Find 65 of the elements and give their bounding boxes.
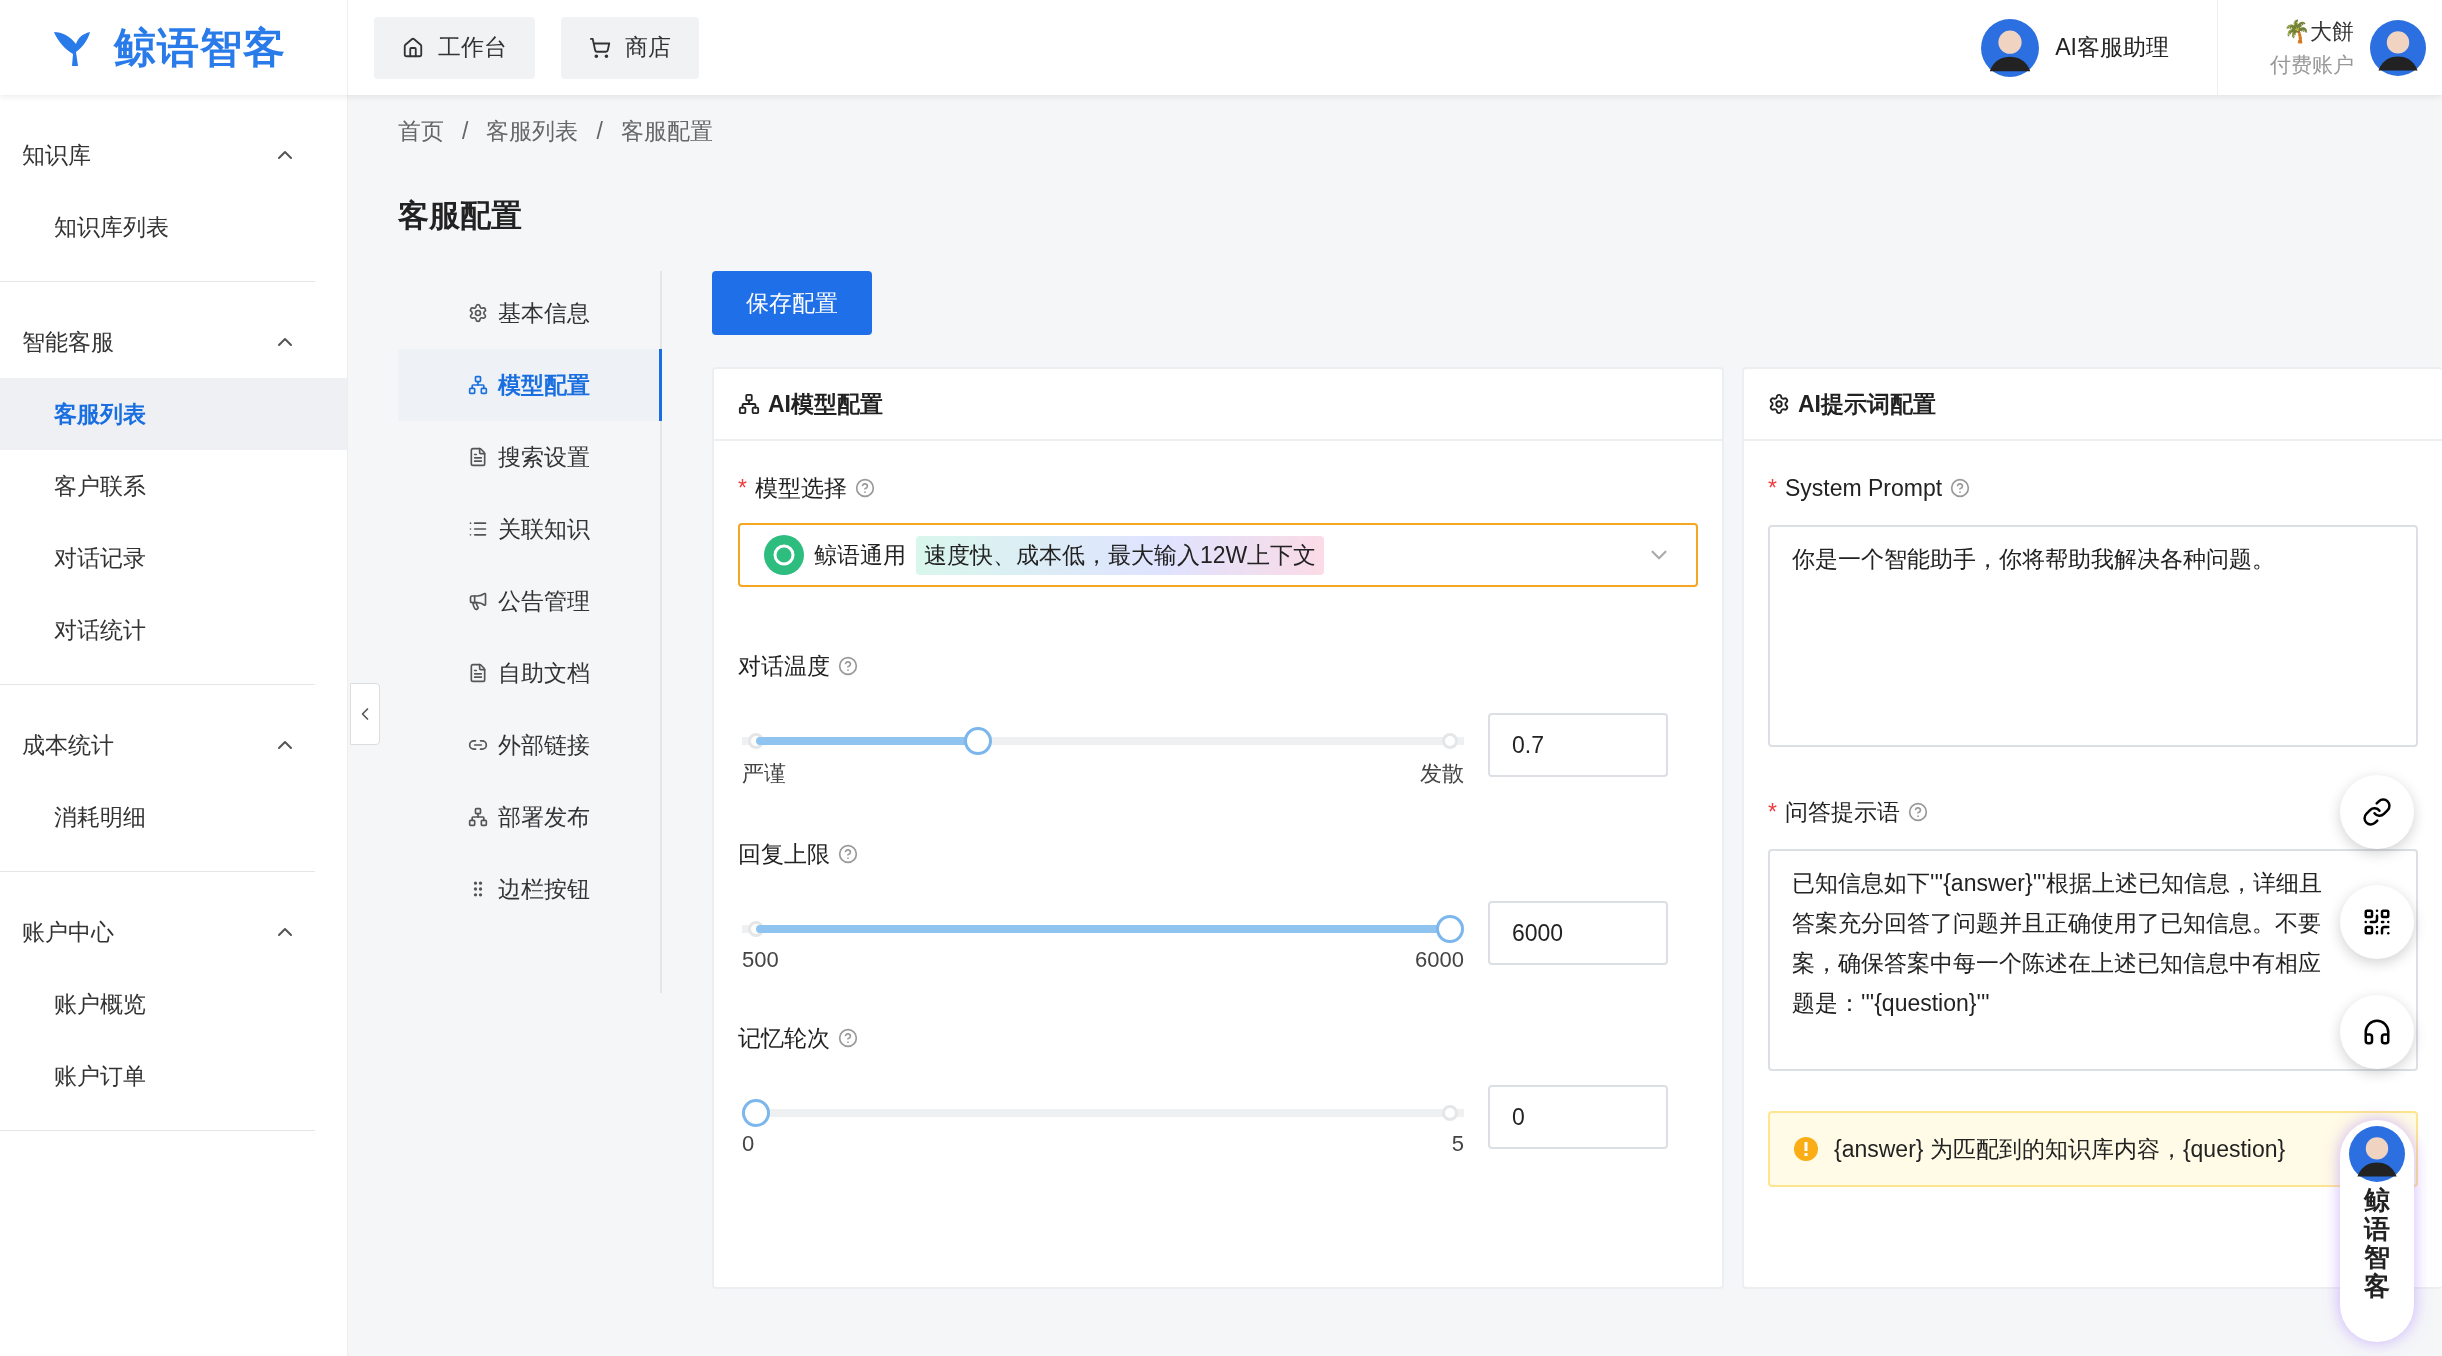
slider-min-label: 严谨: [742, 760, 786, 788]
account-type: 付费账户: [2270, 51, 2354, 78]
page-title: 客服配置: [398, 197, 523, 235]
breadcrumb-link[interactable]: 客服列表: [486, 115, 579, 147]
breadcrumb-separator: /: [596, 117, 603, 145]
sidebar-item[interactable]: 对话记录: [0, 522, 347, 594]
group-title: 账户中心: [22, 917, 114, 947]
sidebar-item[interactable]: 客户联系: [0, 450, 347, 522]
card-title: AI模型配置: [768, 389, 883, 419]
required-mark: *: [1768, 474, 1777, 502]
field-label: 记忆轮次: [738, 1023, 830, 1053]
required-mark: *: [738, 474, 747, 502]
field-label: 对话温度: [738, 651, 830, 681]
slider-max-label: 6000: [1415, 947, 1464, 973]
field-label: 问答提示语: [1784, 797, 1900, 827]
slider-max-label: 5: [1451, 1131, 1464, 1157]
group-title: 知识库: [22, 140, 91, 170]
model-select[interactable]: 鲸语通用 速度快、成本低，最大输入12W上下文: [738, 523, 1698, 587]
slider-min-label: 0: [742, 1131, 755, 1157]
config-tab[interactable]: 基本信息: [398, 277, 662, 349]
nav-button[interactable]: 商店: [561, 16, 699, 79]
number-input[interactable]: 0.7: [1488, 713, 1668, 777]
notice-text: {answer} 为匹配到的知识库内容，{question}: [1834, 1134, 2286, 1164]
config-tab[interactable]: 自助文档: [398, 637, 662, 709]
sidebar-item[interactable]: 账户订单: [0, 1040, 347, 1112]
config-tab[interactable]: 外部链接: [398, 709, 662, 781]
required-mark: *: [1768, 798, 1777, 826]
sidebar-item[interactable]: 账户概览: [0, 968, 347, 1040]
config-tab[interactable]: 部署发布: [398, 781, 662, 853]
assistant-label[interactable]: AI客服助理: [2055, 32, 2169, 63]
field-label: 模型选择: [754, 473, 847, 503]
sidebar-item[interactable]: 消耗明细: [0, 781, 347, 853]
user-name: 🌴大餅: [2283, 17, 2354, 46]
config-tab[interactable]: 公告管理: [398, 565, 662, 637]
config-tab[interactable]: 搜索设置: [398, 421, 662, 493]
number-input[interactable]: 6000: [1488, 901, 1668, 965]
nav-button[interactable]: 工作台: [374, 16, 535, 79]
number-input[interactable]: 0: [1488, 1085, 1668, 1149]
sidebar-item[interactable]: 客服列表: [0, 378, 347, 450]
card-title: AI提示词配置: [1798, 389, 1936, 419]
widget-label: 鲸语智客: [2364, 1186, 2390, 1301]
group-title: 智能客服: [22, 327, 114, 357]
chat-widget-button[interactable]: 鲸语智客: [2340, 1120, 2414, 1342]
slider-max-label: 发散: [1420, 760, 1464, 788]
breadcrumb-separator: /: [462, 117, 469, 145]
system-prompt-field[interactable]: 你是一个智能助手，你将帮助我解决各种问题。: [1768, 525, 2418, 747]
menu-group[interactable]: 成本统计: [0, 709, 315, 781]
breadcrumb-link[interactable]: 首页: [398, 115, 444, 147]
sidebar-item[interactable]: 知识库列表: [0, 191, 347, 263]
field-label: System Prompt: [1784, 474, 1943, 502]
menu-group[interactable]: 智能客服: [0, 306, 315, 378]
qa-prompt-field[interactable]: 已知信息如下'''{answer}'''根据上述已知信息，详细且 答案充分回答了问题并且正确使用了已知信息。不要 案，确保答案中每一个陈述在上述已知信息中有相应 题是：'''{question}''': [1768, 849, 2418, 1071]
menu-group[interactable]: 账户中心: [0, 896, 315, 968]
model-tag: 速度快、成本低，最大输入12W上下文: [916, 535, 1325, 575]
field-label: 回复上限: [738, 839, 830, 869]
save-button[interactable]: 保存配置: [712, 271, 872, 335]
slider-min-label: 500: [742, 947, 779, 973]
sidebar-item[interactable]: 对话统计: [0, 594, 347, 666]
group-title: 成本统计: [22, 730, 114, 760]
menu-group[interactable]: 知识库: [0, 119, 315, 191]
brand-logo: 鲸语智客: [114, 22, 286, 73]
config-tab[interactable]: 模型配置: [398, 349, 662, 421]
breadcrumb-link[interactable]: 客服配置: [620, 115, 713, 147]
config-tab[interactable]: 关联知识: [398, 493, 662, 565]
config-tab[interactable]: 边栏按钮: [398, 853, 662, 925]
